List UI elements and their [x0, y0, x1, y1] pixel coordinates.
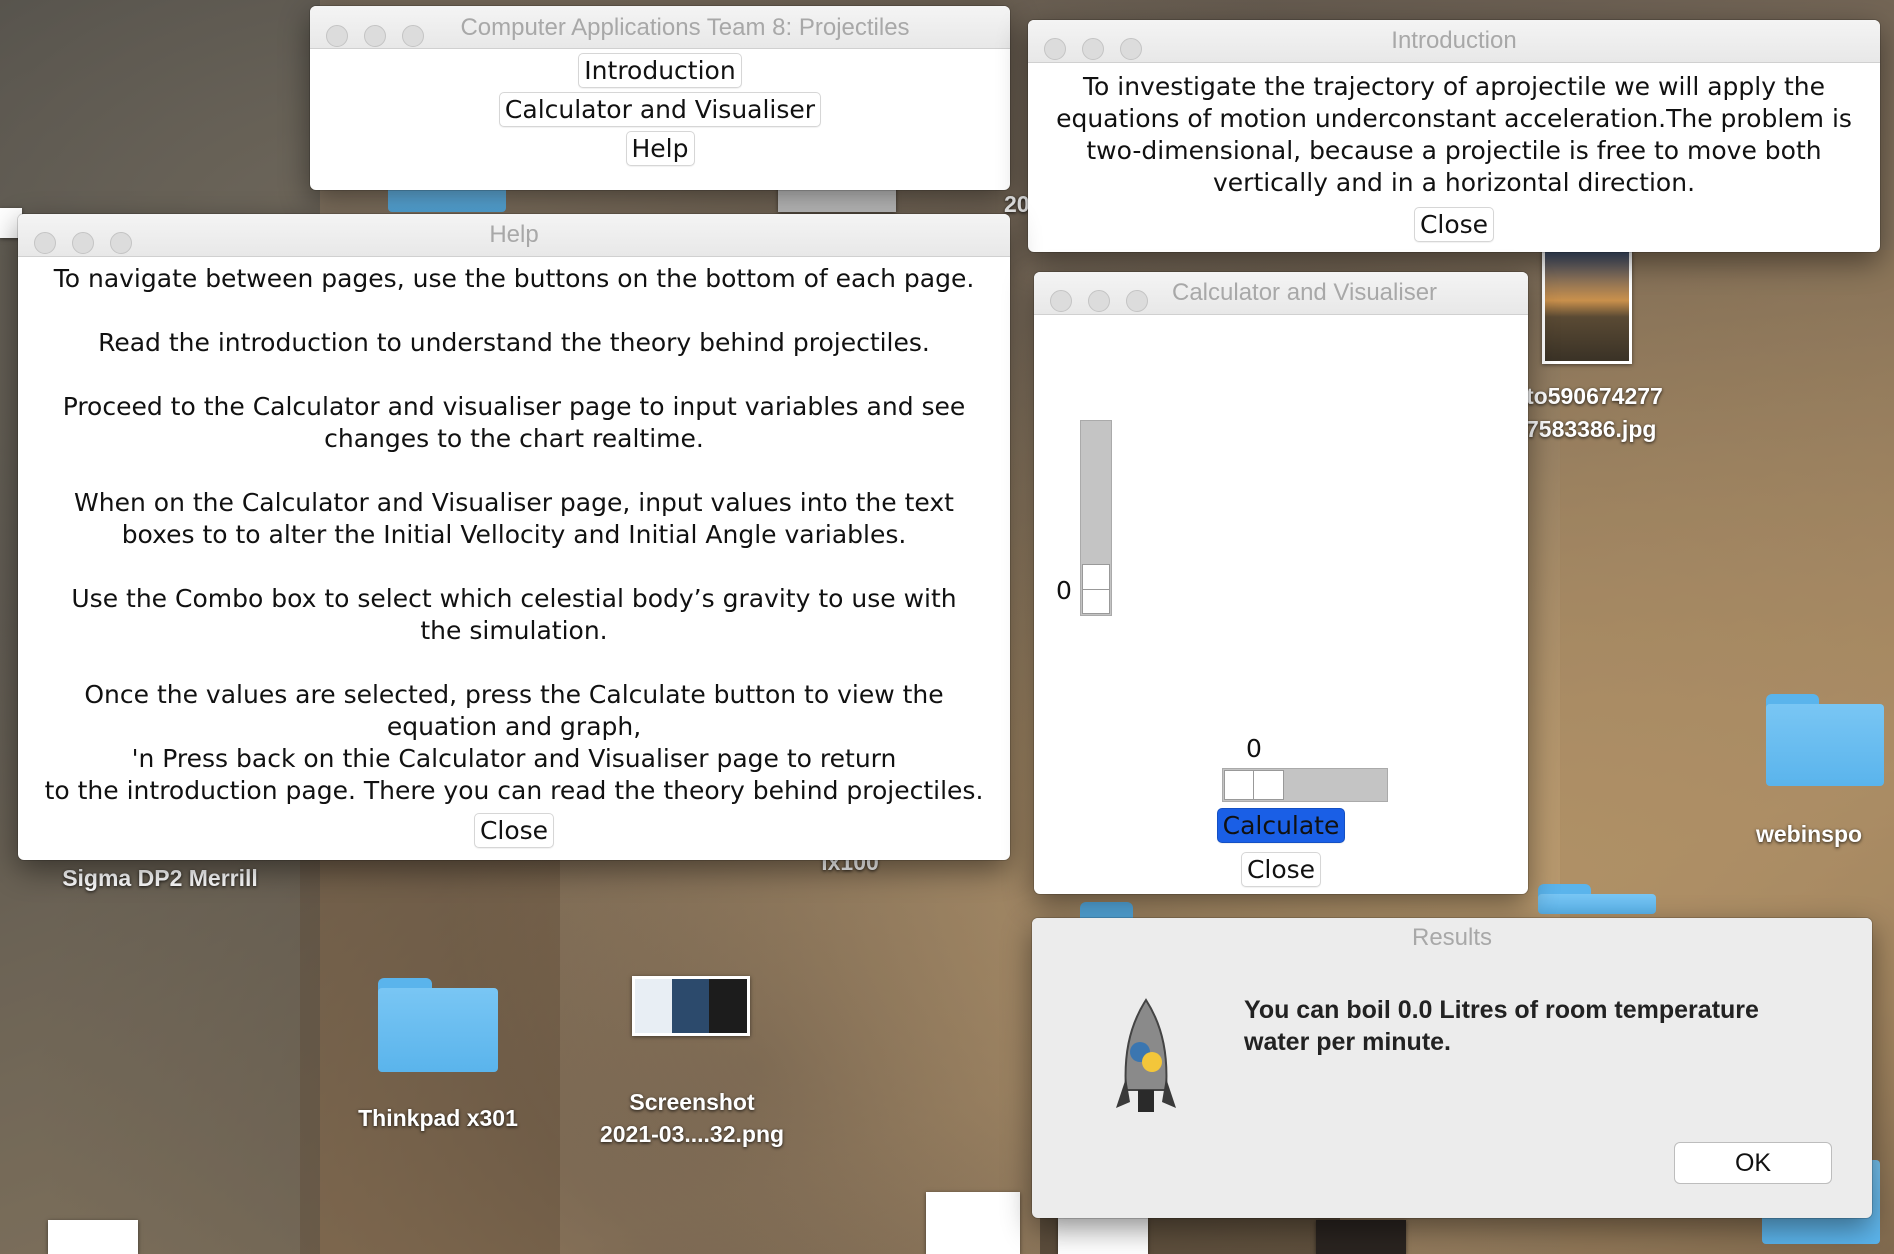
desktop-label-sigma: Sigma DP2 Merrill — [62, 865, 258, 891]
results-message: You can boil 0.0 Litres of room temperat… — [1244, 994, 1759, 1058]
desktop-file-thumbnail[interactable] — [926, 1192, 1020, 1254]
help-button[interactable]: Help — [625, 131, 695, 166]
main-window: Computer Applications Team 8: Projectile… — [310, 6, 1010, 190]
calculator-close-button[interactable]: Close — [1240, 852, 1322, 887]
results-dialog: Results You can boil 0.0 Litres of room … — [1032, 918, 1872, 1218]
help-text-line: Read the introduction to understand the … — [98, 328, 930, 357]
window-title: Calculator and Visualiser — [1172, 279, 1438, 306]
minimize-window-icon[interactable] — [1082, 38, 1104, 60]
desktop-folder-webinspo[interactable] — [1766, 694, 1884, 786]
close-window-icon[interactable] — [1044, 38, 1066, 60]
help-text-line — [18, 455, 1010, 487]
desktop-screenshot-thumbnail[interactable] — [632, 976, 750, 1036]
zoom-window-icon[interactable] — [110, 232, 132, 254]
window-title: Introduction — [1391, 27, 1517, 54]
intro-text-line: To investigate the trajectory of aprojec… — [1082, 72, 1826, 101]
intro-text-line: vertically and in a horizontal direction… — [1212, 168, 1696, 197]
desktop-screenshot-label-line2: 2021-03....32.png — [599, 1121, 785, 1147]
desktop-screenshot-label-line1: Screenshot — [629, 1089, 755, 1115]
desktop-file-thumbnail[interactable] — [1058, 1218, 1148, 1254]
zoom-window-icon[interactable] — [1120, 38, 1142, 60]
main-window-titlebar[interactable]: Computer Applications Team 8: Projectile… — [310, 6, 1010, 49]
calculator-visualiser-button[interactable]: Calculator and Visualiser — [498, 92, 822, 127]
help-text-line — [18, 295, 1010, 327]
introduction-window: Introduction To investigate the trajecto… — [1028, 20, 1880, 252]
results-message-line1: You can boil 0.0 Litres of room temperat… — [1244, 996, 1759, 1024]
horizontal-slider-value: 0 — [1246, 734, 1262, 763]
help-text-line: boxes to to alter the Initial Vellocity … — [121, 520, 907, 549]
help-text-line: Use the Combo box to select which celest… — [71, 584, 957, 613]
desktop-photo-thumbnail[interactable] — [1542, 248, 1632, 364]
help-close-button[interactable]: Close — [473, 813, 555, 848]
desktop-file-thumbnail[interactable] — [48, 1220, 138, 1254]
intro-text-line: two-dimensional, because a projectile is… — [1086, 136, 1822, 165]
window-controls — [34, 226, 148, 268]
window-title: Results — [1411, 924, 1493, 951]
horizontal-slider-thumb[interactable] — [1224, 770, 1284, 800]
help-text-line: changes to the chart realtime. — [324, 424, 704, 453]
help-text-line: equation and graph, — [386, 712, 642, 741]
introduction-button[interactable]: Introduction — [578, 53, 742, 88]
help-text-line — [18, 647, 1010, 679]
calculator-window: Calculator and Visualiser 0 0 Calculate … — [1034, 272, 1528, 894]
introduction-window-titlebar[interactable]: Introduction — [1028, 20, 1880, 63]
close-window-icon[interactable] — [34, 232, 56, 254]
results-message-line2: water per minute. — [1244, 1028, 1451, 1056]
window-controls — [326, 18, 440, 62]
close-window-icon[interactable] — [1050, 290, 1072, 312]
calculate-button[interactable]: Calculate — [1216, 808, 1346, 843]
help-text-line: the simulation. — [420, 616, 608, 645]
help-text-line: To navigate between pages, use the butto… — [53, 264, 975, 293]
minimize-window-icon[interactable] — [1088, 290, 1110, 312]
desktop-folder-label-thinkpad: Thinkpad x301 — [358, 1105, 518, 1131]
help-text-line: 'n Press back on thie Calculator and Vis… — [131, 744, 897, 773]
zoom-window-icon[interactable] — [1126, 290, 1148, 312]
help-text-line: When on the Calculator and Visualiser pa… — [74, 488, 954, 517]
help-text-line: Once the values are selected, press the … — [84, 680, 944, 709]
help-text-line — [18, 551, 1010, 583]
minimize-window-icon[interactable] — [72, 232, 94, 254]
intro-close-button[interactable]: Close — [1413, 207, 1495, 242]
desktop-photo-label-line2: 7583386.jpg — [1526, 416, 1657, 442]
help-window: Help To navigate between pages, use the … — [18, 214, 1010, 860]
window-title: Computer Applications Team 8: Projectile… — [460, 14, 910, 41]
desktop-folder-thinkpad[interactable] — [378, 978, 498, 1072]
zoom-window-icon[interactable] — [402, 25, 424, 47]
desktop-folder[interactable] — [1538, 884, 1656, 914]
desktop-file-thumbnail[interactable] — [1316, 1220, 1406, 1254]
minimize-window-icon[interactable] — [364, 25, 386, 47]
results-dialog-titlebar[interactable]: Results — [1032, 918, 1872, 956]
python-rocket-icon — [1116, 998, 1176, 1124]
help-text-line: to the introduction page. There you can … — [44, 776, 984, 805]
vertical-slider-value: 0 — [1056, 576, 1072, 605]
desktop-photo-label-line1: to590674277 — [1526, 383, 1663, 409]
results-ok-button[interactable]: OK — [1674, 1142, 1832, 1184]
help-text-line — [18, 359, 1010, 391]
desktop-folder-label-webinspo: webinspo — [1756, 821, 1863, 847]
vertical-slider-thumb[interactable] — [1082, 564, 1110, 614]
help-text-line: Proceed to the Calculator and visualiser… — [62, 392, 966, 421]
intro-text-line: equations of motion underconstant accele… — [1056, 104, 1852, 133]
window-title: Help — [489, 221, 539, 248]
window-controls — [1044, 32, 1158, 74]
close-window-icon[interactable] — [326, 25, 348, 47]
window-controls — [1050, 284, 1164, 326]
help-window-titlebar[interactable]: Help — [18, 214, 1010, 257]
calculator-window-titlebar[interactable]: Calculator and Visualiser — [1034, 272, 1528, 315]
